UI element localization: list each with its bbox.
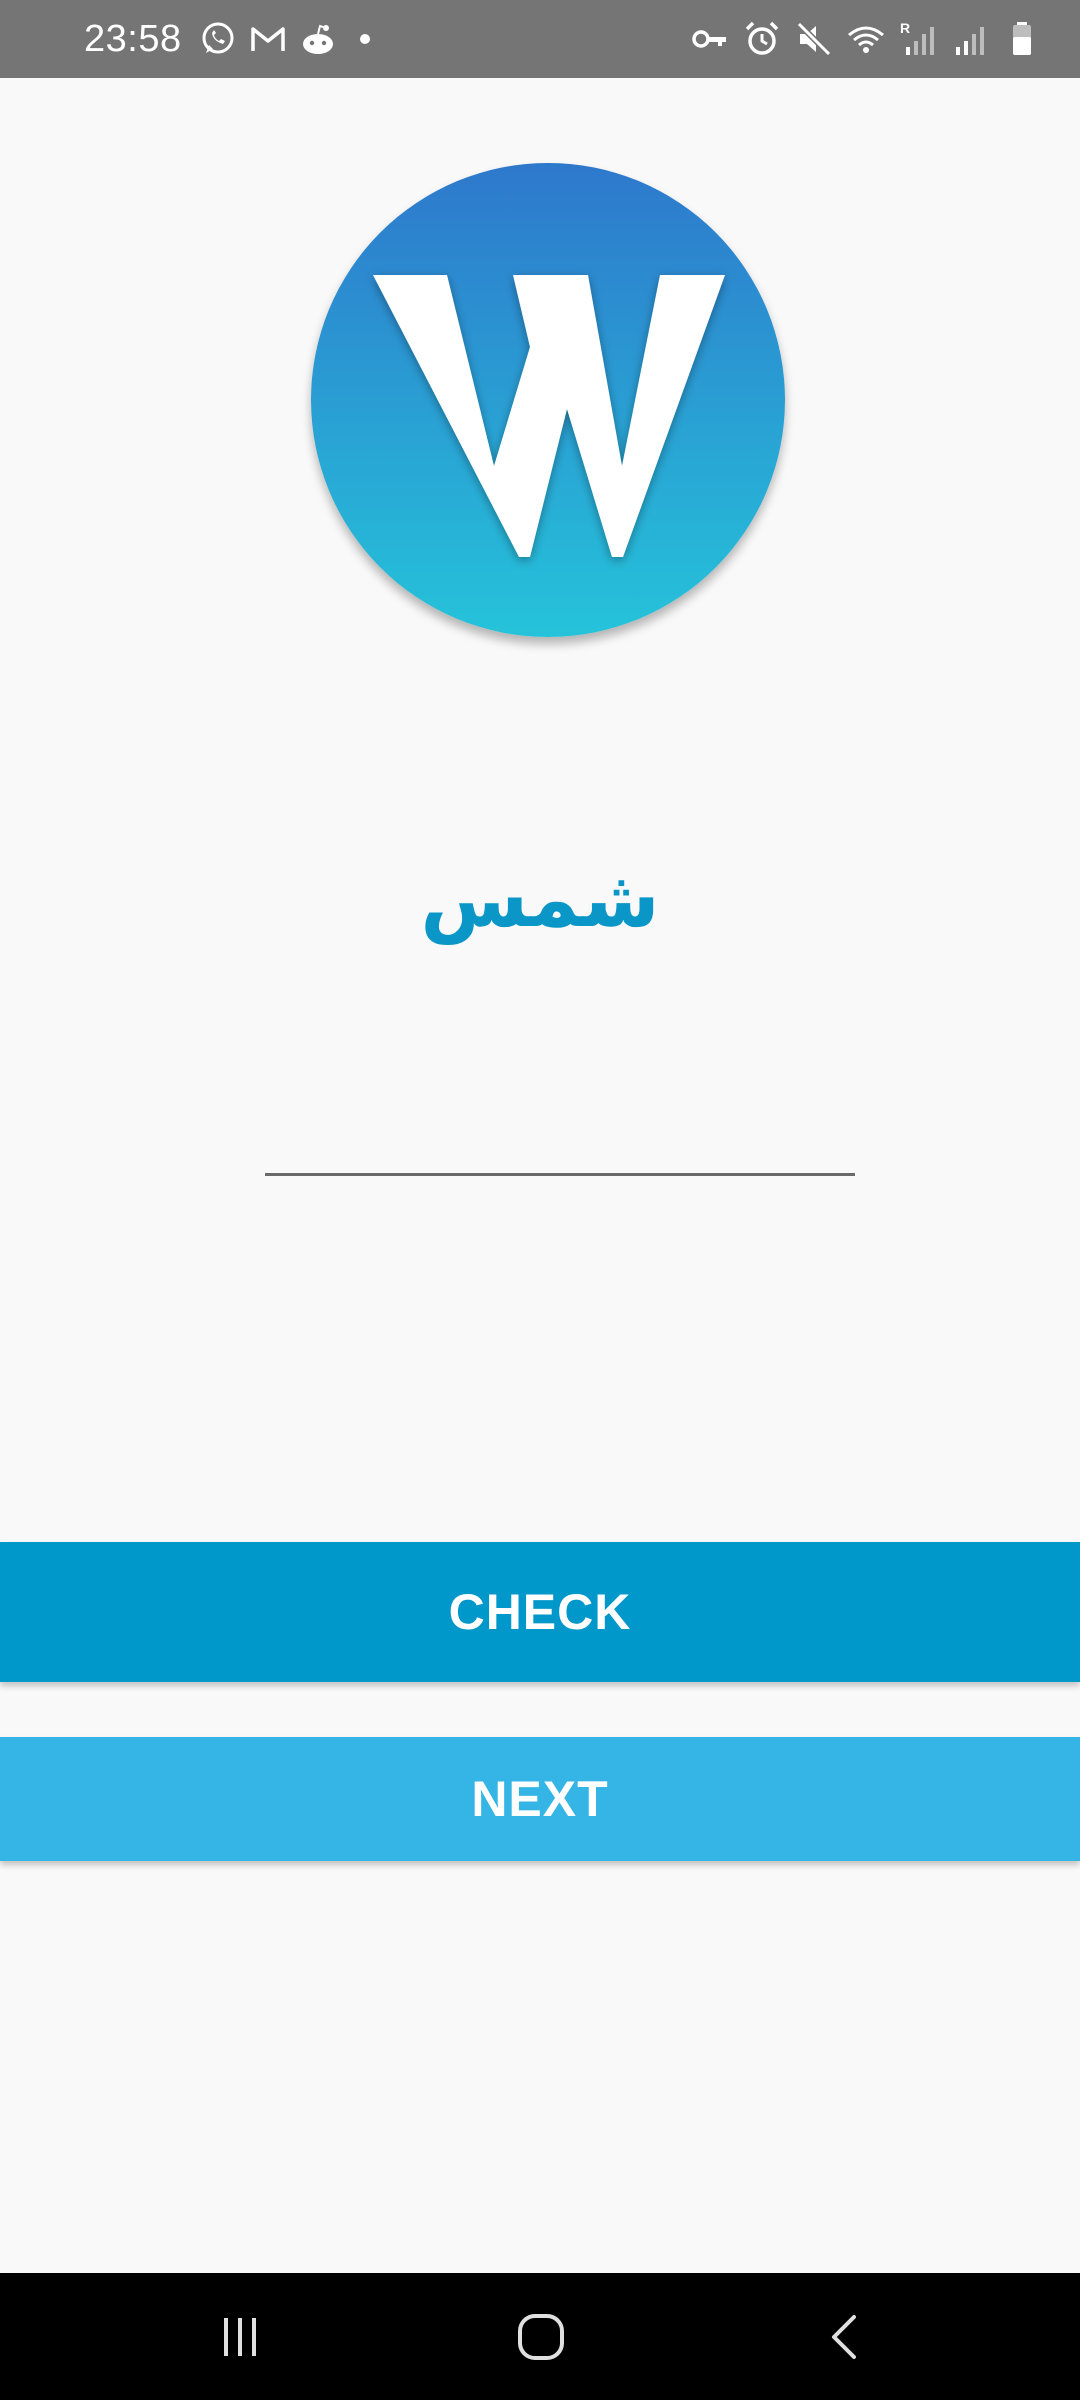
status-bar: 23:58 R — [0, 0, 1080, 78]
notification-dot — [359, 34, 370, 44]
word-display: شمس — [420, 855, 660, 945]
check-button[interactable]: CHECK — [0, 1542, 1080, 1682]
back-icon — [832, 2314, 856, 2359]
battery-icon — [1013, 22, 1031, 55]
reddit-icon — [302, 24, 333, 54]
signal-icon — [956, 27, 984, 55]
vpn-key-icon — [692, 30, 726, 48]
back-button[interactable] — [774, 2273, 914, 2400]
recent-apps-icon — [224, 2317, 256, 2356]
roaming-label: R — [900, 20, 910, 36]
status-left: 23:58 — [84, 18, 370, 61]
gmail-icon — [250, 27, 285, 51]
wifi-icon — [848, 26, 884, 53]
app-logo — [311, 163, 785, 637]
status-right: R — [678, 19, 1042, 59]
answer-input[interactable] — [265, 1110, 855, 1176]
recent-apps-button[interactable] — [170, 2273, 310, 2400]
whatsapp-icon — [202, 22, 234, 54]
home-icon — [518, 2313, 564, 2360]
mute-icon — [796, 21, 832, 57]
home-button[interactable] — [471, 2273, 611, 2400]
next-button[interactable]: NEXT — [0, 1737, 1080, 1861]
signal-roaming-icon: R — [900, 20, 934, 55]
alarm-icon — [745, 21, 779, 55]
screen: 23:58 R شمس CHECK NEXT — [0, 0, 1080, 2400]
navigation-bar — [0, 2273, 1080, 2400]
status-time: 23:58 — [84, 17, 182, 60]
w-logo-icon — [311, 163, 785, 637]
